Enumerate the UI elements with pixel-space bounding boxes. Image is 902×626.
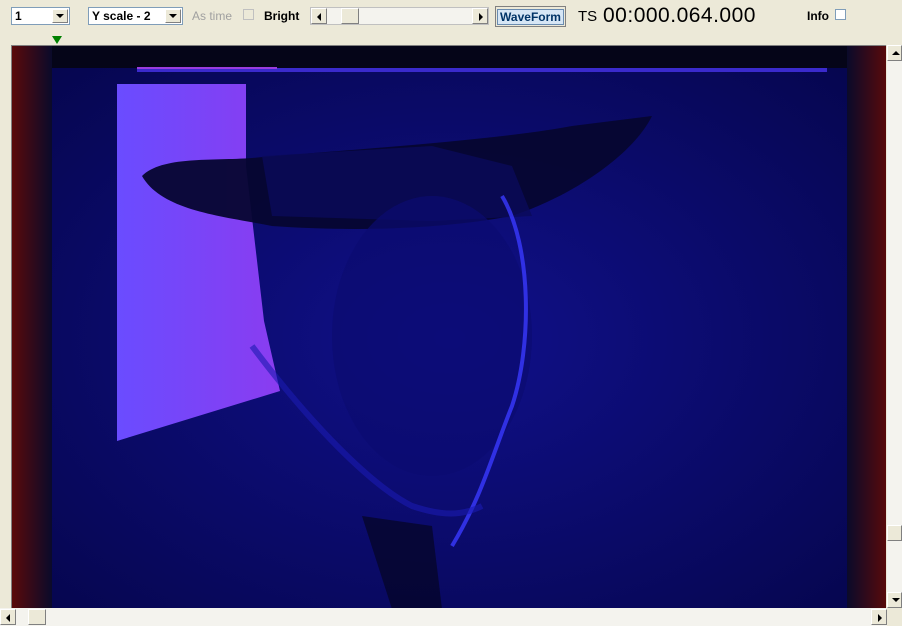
scroll-up-icon[interactable] bbox=[887, 45, 902, 61]
as-time-checkbox[interactable] bbox=[243, 9, 254, 20]
dropdown-arrow-icon[interactable] bbox=[52, 9, 68, 23]
waveform-button-label: WaveForm bbox=[497, 9, 564, 25]
vertical-scroll-thumb[interactable] bbox=[887, 525, 902, 541]
channel-select-value: 1 bbox=[15, 9, 22, 23]
scrollbar-corner bbox=[887, 608, 902, 626]
ts-label: TS bbox=[578, 8, 598, 25]
timestamp-value: 00:000.064.000 bbox=[603, 4, 756, 27]
video-viewport[interactable] bbox=[11, 45, 886, 608]
dropdown-arrow-icon[interactable] bbox=[165, 9, 181, 23]
horizontal-scroll-thumb[interactable] bbox=[28, 609, 46, 625]
horizontal-scrollbar[interactable] bbox=[0, 608, 887, 626]
bright-slider-thumb[interactable] bbox=[341, 8, 359, 24]
scroll-right-icon[interactable] bbox=[472, 8, 488, 24]
channel-select[interactable]: 1 bbox=[11, 7, 70, 25]
top-scanline-highlight bbox=[137, 67, 277, 69]
yscale-select-value: Y scale - 2 bbox=[92, 9, 151, 23]
info-label: Info bbox=[807, 9, 829, 23]
scroll-right-icon[interactable] bbox=[871, 609, 887, 625]
as-time-label: As time bbox=[192, 9, 233, 23]
yscale-select[interactable]: Y scale - 2 bbox=[88, 7, 183, 25]
info-checkbox[interactable] bbox=[835, 9, 846, 20]
scroll-left-icon[interactable] bbox=[311, 8, 327, 24]
video-frame bbox=[12, 46, 886, 608]
scroll-left-icon[interactable] bbox=[0, 609, 16, 625]
right-red-border bbox=[847, 46, 886, 608]
waveform-button[interactable]: WaveForm bbox=[495, 6, 566, 27]
left-red-border bbox=[12, 46, 52, 608]
scroll-down-icon[interactable] bbox=[887, 592, 902, 608]
vertical-scrollbar[interactable] bbox=[887, 45, 902, 608]
position-marker-icon[interactable] bbox=[52, 36, 62, 44]
bright-slider[interactable] bbox=[310, 7, 489, 25]
bright-label: Bright bbox=[264, 9, 300, 23]
toolbar: 1 Y scale - 2 As time Bright WaveForm TS… bbox=[0, 0, 902, 34]
